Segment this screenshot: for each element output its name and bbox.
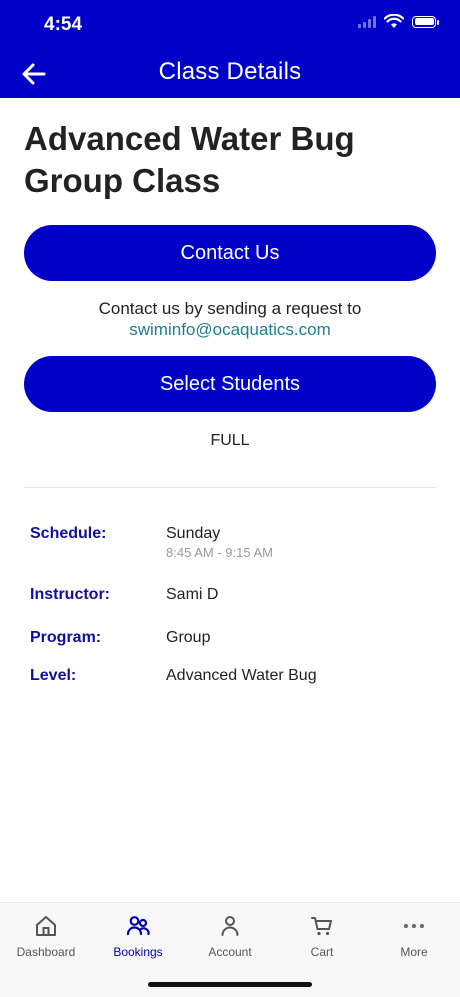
tab-label: Bookings [113, 945, 163, 959]
cart-icon [311, 917, 332, 936]
home-indicator [148, 982, 312, 987]
tab-cart[interactable]: Cart [276, 913, 368, 959]
instructor-label: Instructor: [30, 586, 110, 603]
wifi-icon [384, 14, 404, 28]
availability-status: FULL [210, 432, 250, 449]
tab-label: Cart [310, 945, 334, 959]
level-value: Advanced Water Bug [166, 667, 317, 684]
schedule-day: Sunday [166, 525, 221, 542]
tab-dashboard[interactable]: Dashboard [0, 913, 92, 959]
status-icons [358, 14, 439, 29]
tab-account[interactable]: Account [184, 913, 276, 959]
level-label: Level: [30, 667, 77, 684]
program-label: Program: [30, 629, 102, 646]
status-time: 4:54 [44, 14, 83, 35]
header-title: Class Details [158, 58, 302, 85]
schedule-label: Schedule: [30, 525, 107, 542]
contact-email-link[interactable]: swiminfo@ocaquatics.com [0, 320, 460, 340]
contact-us-button[interactable]: Contact Us [24, 225, 436, 281]
select-students-button[interactable]: Select Students [24, 356, 436, 412]
instructor-value: Sami D [166, 586, 219, 603]
divider [24, 487, 436, 488]
class-title: Advanced Water Bug Group Class [24, 120, 355, 199]
contact-note: Contact us by sending a request to [98, 299, 362, 318]
person-icon [221, 916, 239, 936]
home-icon [36, 916, 56, 936]
header-bar: 4:54 Class Details [0, 0, 460, 98]
tab-label: More [400, 945, 428, 959]
tab-more[interactable]: More [368, 913, 460, 959]
tab-label: Dashboard [16, 945, 76, 959]
people-icon [126, 916, 150, 936]
signal-icon [358, 15, 376, 28]
more-icon [404, 924, 424, 928]
tab-label: Account [208, 945, 252, 959]
program-value: Group [166, 629, 211, 646]
schedule-time: 8:45 AM - 9:15 AM [166, 545, 273, 560]
tab-bookings[interactable]: Bookings [92, 913, 184, 959]
battery-icon [412, 15, 439, 28]
